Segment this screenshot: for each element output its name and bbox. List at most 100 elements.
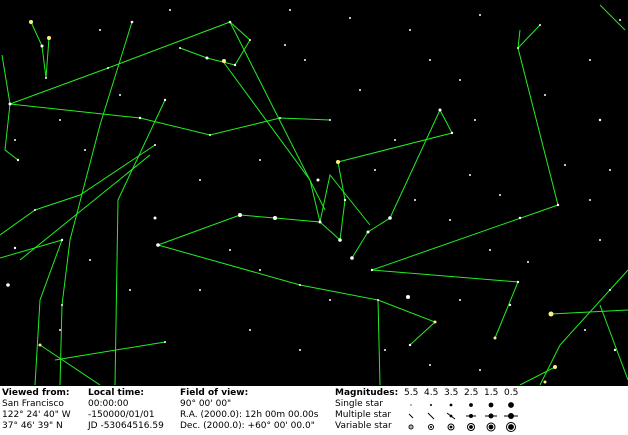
star: [60, 238, 64, 242]
constellation-line: [550, 309, 628, 315]
star: [556, 203, 560, 207]
constellation-line: [0, 144, 156, 236]
star: [16, 158, 20, 162]
variable-star-label: Variable star: [335, 421, 392, 431]
constellation-line: [371, 269, 519, 339]
star: [394, 139, 396, 141]
star: [329, 119, 331, 121]
constellation-line: [114, 99, 166, 385]
star: [299, 284, 301, 286]
constellation-line: [599, 4, 626, 31]
star: [107, 67, 109, 69]
single-star-row: Single star: [335, 399, 625, 410]
star: [374, 169, 376, 171]
star: [493, 336, 497, 340]
ra-value: R.A. (2000.0): 12h 00m 00.00s: [180, 410, 319, 420]
local-date-value: -150000/01/01: [88, 410, 155, 420]
star: [6, 283, 10, 287]
single-star-label: Single star: [335, 399, 383, 409]
star: [130, 20, 134, 24]
star: [516, 280, 520, 284]
star-map-canvas[interactable]: [0, 0, 628, 385]
star: [138, 116, 142, 120]
star: [61, 304, 63, 306]
longitude: 122° 24' 40" W: [2, 410, 71, 420]
star: [163, 98, 167, 102]
star: [343, 198, 347, 202]
star: [289, 9, 291, 11]
variable-star-row: Variable star: [335, 421, 625, 432]
star: [13, 246, 17, 250]
star: [249, 39, 251, 41]
star: [553, 365, 557, 369]
star: [89, 259, 91, 261]
star: [377, 299, 379, 301]
star: [99, 29, 101, 31]
star: [205, 56, 209, 60]
star: [169, 9, 171, 11]
field-of-view-block: Field of view: 90° 00' 00" R.A. (2000.0)…: [180, 388, 318, 432]
star: [238, 213, 242, 217]
star: [45, 77, 47, 79]
star: [469, 174, 471, 176]
star: [539, 24, 541, 26]
single-star-icon: [410, 402, 514, 408]
star: [129, 289, 131, 291]
constellation-lines: [0, 4, 628, 385]
julian-date: JD -53064516.59: [88, 421, 164, 431]
star: [84, 149, 86, 151]
constellation-line: [377, 299, 436, 346]
star: [154, 144, 156, 146]
star: [350, 256, 354, 260]
star-map[interactable]: [0, 0, 628, 385]
star: [29, 20, 33, 24]
star: [613, 348, 617, 352]
star: [609, 169, 611, 171]
star: [199, 289, 201, 291]
star: [304, 59, 306, 61]
constellation-line: [519, 366, 556, 385]
star: [433, 320, 437, 324]
star: [249, 329, 251, 331]
star: [222, 59, 226, 63]
constellation-line: [39, 344, 101, 385]
star: [119, 94, 121, 96]
star: [388, 216, 392, 220]
star: [449, 219, 451, 221]
magnitude-value: 1.5: [484, 388, 499, 398]
star: [408, 343, 412, 347]
star: [329, 299, 331, 301]
place-name: San Francisco: [2, 399, 64, 409]
star: [517, 47, 519, 49]
star: [209, 134, 211, 136]
star: [409, 29, 411, 31]
star: [584, 329, 586, 331]
star: [259, 159, 261, 161]
multiple-star-row: Multiple star: [335, 410, 625, 421]
star: [229, 249, 231, 251]
magnitude-value: 0.5: [504, 388, 519, 398]
star: [414, 199, 416, 201]
star: [34, 209, 36, 211]
viewed-from-block: Viewed from: San Francisco 122° 24' 40" …: [2, 388, 71, 432]
star: [479, 14, 481, 16]
star: [40, 44, 44, 48]
star: [47, 36, 51, 40]
constellation-line: [371, 24, 559, 271]
star: [336, 160, 340, 164]
star: [429, 364, 431, 366]
magnitude-value: 5.5: [404, 388, 419, 398]
constellation-line: [9, 67, 109, 105]
constellation-line: [19, 154, 151, 261]
star: [8, 102, 12, 106]
star: [544, 94, 546, 96]
star: [164, 341, 166, 343]
star: [406, 295, 410, 299]
star: [589, 59, 591, 61]
star: [599, 239, 601, 241]
fov-value: 90° 00' 00": [180, 399, 232, 409]
viewed-from-label: Viewed from:: [2, 388, 70, 398]
magnitudes-label: Magnitudes:: [335, 388, 399, 398]
magnitude-header: Magnitudes: 5.5 4.5 3.5 2.5 1.5 0.5: [335, 388, 625, 399]
star: [279, 117, 281, 119]
